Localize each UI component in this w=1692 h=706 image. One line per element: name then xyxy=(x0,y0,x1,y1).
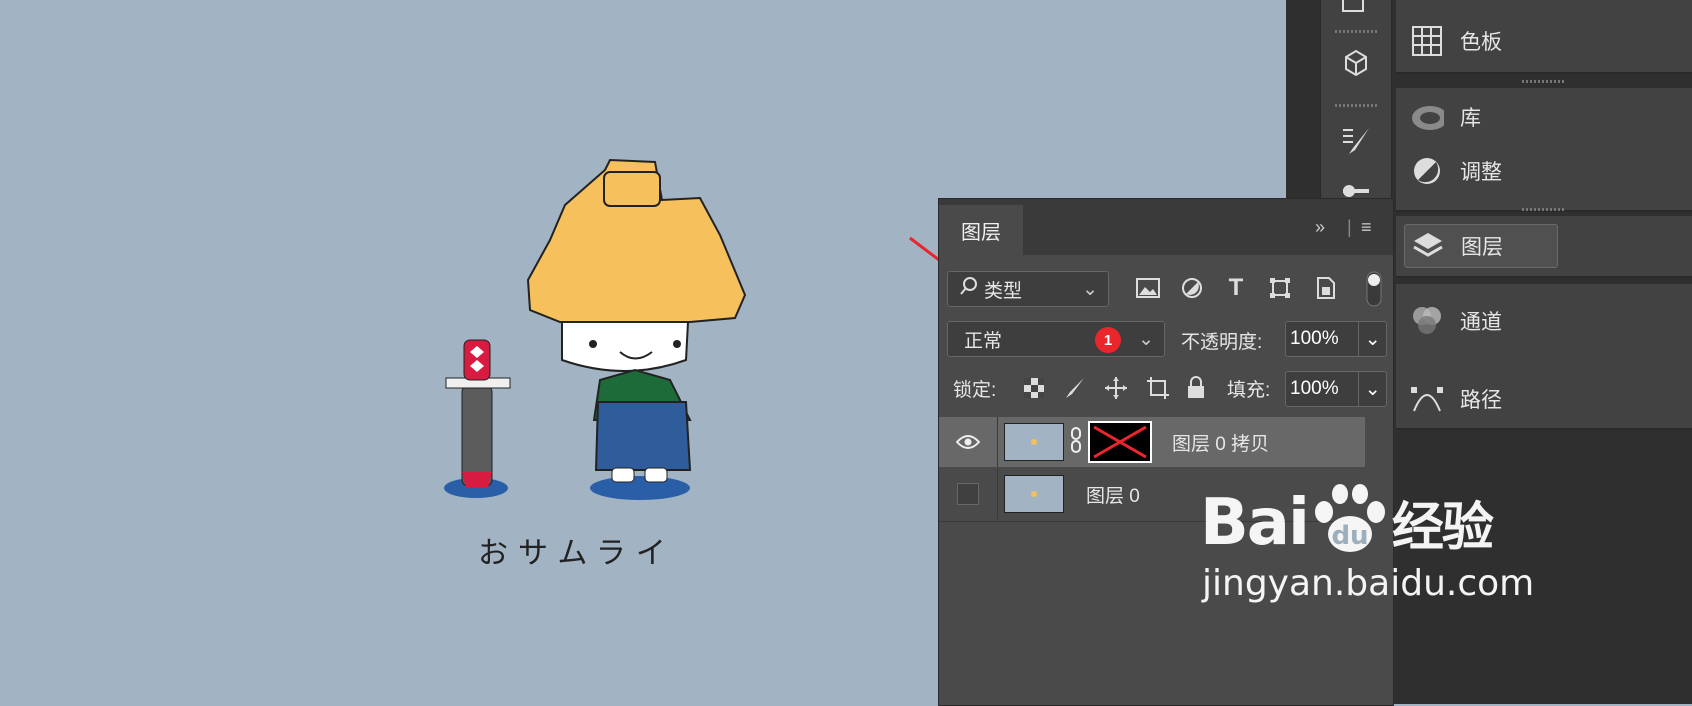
blend-mode-value: 正常 xyxy=(964,330,1003,352)
watermark-brand: Bai xyxy=(1200,485,1310,560)
dock-item-layers[interactable]: 图层 xyxy=(1404,224,1558,268)
opacity-field[interactable]: 100% ⌄ xyxy=(1285,321,1387,357)
dock-item-paths[interactable]: 路径 xyxy=(1404,378,1556,420)
pen-path-icon xyxy=(1410,382,1444,416)
fill-label: 填充: xyxy=(1227,380,1271,401)
panel-menu-icon[interactable]: ≡ xyxy=(1361,217,1372,238)
chevron-down-icon[interactable]: ⌄ xyxy=(1358,372,1386,406)
paw-logo-icon: du xyxy=(1310,482,1390,563)
step-badge: 1 xyxy=(1095,327,1121,353)
layers-panel: 图层 » | ≡ 类型 ⌄ T 正常 ⌄ 1 不透明度: 100% ⌄ 锁定: xyxy=(938,198,1394,706)
collapse-icon[interactable]: » xyxy=(1315,217,1325,238)
filter-value: 类型 xyxy=(984,280,1023,302)
dock-item-label: 库 xyxy=(1460,107,1481,130)
brush-settings-icon[interactable] xyxy=(1321,118,1391,164)
visibility-checkbox[interactable] xyxy=(957,483,979,505)
chevron-down-icon: ⌄ xyxy=(1082,278,1098,300)
dock-group-library: 库 调整 xyxy=(1396,88,1692,212)
lock-transparent-pixels-icon[interactable] xyxy=(1021,375,1047,401)
layer-row-selected[interactable]: 图层 0 拷贝 xyxy=(939,417,1365,467)
baidu-jingyan-watermark: Bai du 经验 jingyan.baidu.com xyxy=(1200,482,1534,604)
filter-toggle[interactable] xyxy=(1361,271,1387,307)
lock-label: 锁定: xyxy=(953,380,997,401)
layer-name[interactable]: 图层 0 拷贝 xyxy=(1172,429,1269,456)
blend-mode-select[interactable]: 正常 ⌄ xyxy=(947,321,1165,357)
dock-item-label: 通道 xyxy=(1460,311,1502,334)
dock-item-adjustments[interactable]: 调整 xyxy=(1404,150,1556,192)
layers-panel-header: 图层 » | ≡ xyxy=(939,199,1393,255)
layer-name[interactable]: 图层 0 xyxy=(1086,481,1140,508)
opacity-value: 100% xyxy=(1290,328,1339,349)
layer-filter-select[interactable]: 类型 ⌄ xyxy=(947,271,1109,307)
type-filter-icon[interactable]: T xyxy=(1223,274,1249,301)
cloud-library-icon xyxy=(1410,100,1444,134)
dock-grip[interactable] xyxy=(1522,80,1564,83)
adjustment-filter-icon[interactable] xyxy=(1179,275,1205,301)
watermark-url: jingyan.baidu.com xyxy=(1202,563,1535,604)
lock-image-pixels-icon[interactable] xyxy=(1061,375,1087,401)
header-divider: | xyxy=(1347,217,1352,237)
image-filter-icon[interactable] xyxy=(1135,275,1161,301)
fill-value: 100% xyxy=(1290,378,1339,399)
strip-grip[interactable] xyxy=(1335,104,1377,107)
chain-link-icon[interactable] xyxy=(1070,426,1082,458)
visibility-toggle-empty[interactable] xyxy=(939,469,998,519)
chevron-down-icon: ⌄ xyxy=(1138,328,1154,350)
adjustment-circle-icon xyxy=(1410,154,1444,188)
lock-artboard-icon[interactable] xyxy=(1145,375,1171,401)
dock-group-channels: 通道 xyxy=(1396,284,1692,354)
layers-stack-icon xyxy=(1411,229,1445,263)
swatches-grid-icon xyxy=(1410,24,1444,58)
channels-circles-icon xyxy=(1410,304,1444,338)
lock-all-icon[interactable] xyxy=(1183,375,1209,401)
dock-item-label: 色板 xyxy=(1460,31,1502,54)
dock-item-channels[interactable]: 通道 xyxy=(1404,300,1556,342)
3d-cube-icon[interactable] xyxy=(1321,40,1391,86)
visibility-eye-icon[interactable] xyxy=(939,417,998,467)
dock-group-paths: 路径 xyxy=(1396,352,1692,430)
dock-item-label: 路径 xyxy=(1460,389,1502,412)
dock-item-library[interactable]: 库 xyxy=(1404,96,1556,138)
opacity-label: 不透明度: xyxy=(1181,332,1263,353)
chevron-down-icon[interactable]: ⌄ xyxy=(1358,322,1386,356)
illustration-caption: おサムライ xyxy=(478,536,676,571)
shape-filter-icon[interactable] xyxy=(1267,275,1293,301)
layer-thumbnail xyxy=(1004,475,1064,513)
dock-item-swatches[interactable]: 色板 xyxy=(1404,20,1556,62)
dock-item-label: 调整 xyxy=(1460,161,1502,184)
svg-text:du: du xyxy=(1331,521,1368,551)
watermark-brand-cn: 经验 xyxy=(1391,498,1494,558)
properties-icon[interactable] xyxy=(1321,0,1391,28)
tab-layers[interactable]: 图层 xyxy=(939,205,1023,255)
dock-grip[interactable] xyxy=(1522,208,1564,211)
dock-group-layers: 图层 xyxy=(1396,216,1692,278)
layer-mask-thumbnail[interactable] xyxy=(1088,421,1152,463)
dock-group-swatches: 色板 xyxy=(1396,0,1692,74)
lock-position-icon[interactable] xyxy=(1103,375,1129,401)
search-icon xyxy=(960,277,978,301)
fill-field[interactable]: 100% ⌄ xyxy=(1285,371,1387,407)
smart-object-filter-icon[interactable] xyxy=(1313,275,1339,301)
layer-thumbnail xyxy=(1004,423,1064,461)
dock-item-label: 图层 xyxy=(1461,236,1503,259)
strip-grip[interactable] xyxy=(1335,30,1377,33)
